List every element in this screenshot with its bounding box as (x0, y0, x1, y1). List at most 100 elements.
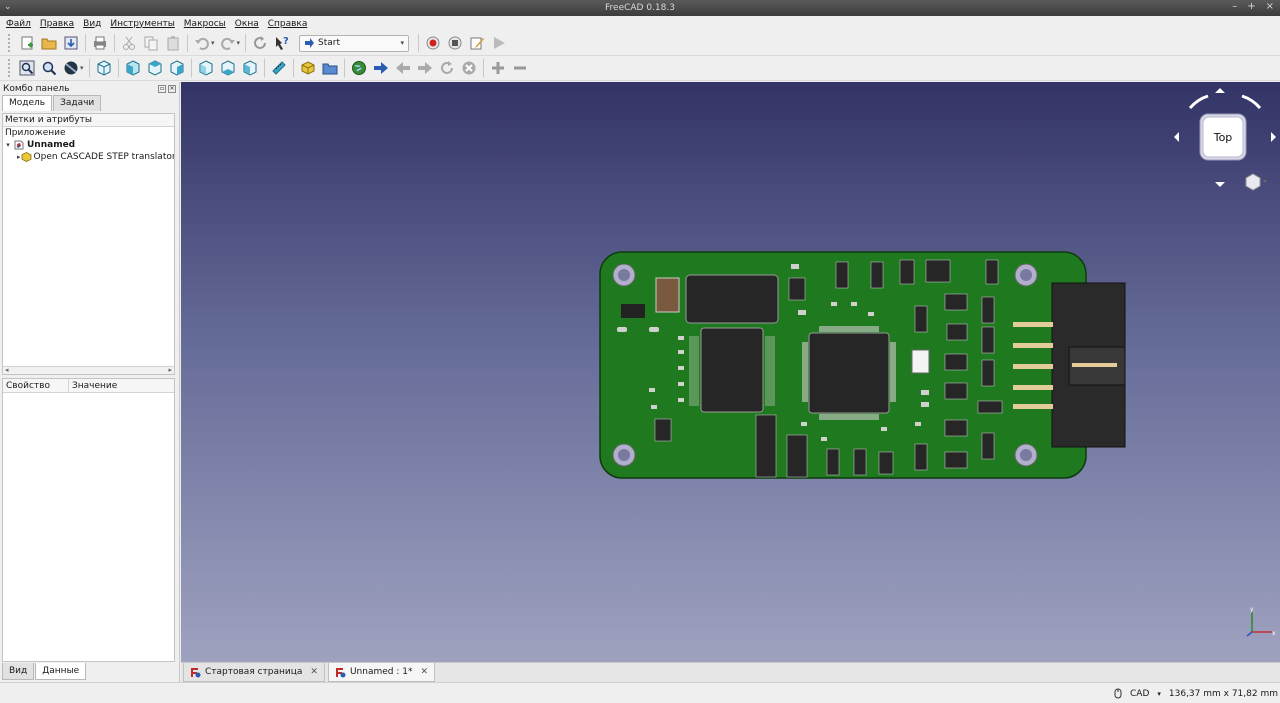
undo-icon (195, 37, 209, 50)
close-icon[interactable]: × (1266, 1, 1274, 12)
macro-run-icon (494, 37, 506, 49)
close-tab-icon[interactable]: ✕ (420, 667, 428, 677)
workbench-label: Start (318, 38, 341, 48)
redo-button[interactable] (217, 32, 239, 54)
refresh-button[interactable] (249, 32, 271, 54)
fit-selection-button[interactable] (38, 57, 60, 79)
refresh-icon (254, 36, 267, 49)
close-tab-icon[interactable]: ✕ (310, 667, 318, 677)
tab-start-page[interactable]: Стартовая страница ✕ (183, 663, 325, 682)
arrow-down-icon[interactable] (1215, 182, 1225, 187)
web-refresh-button[interactable] (436, 57, 458, 79)
draw-style-button[interactable] (60, 57, 82, 79)
web-back-button[interactable] (392, 57, 414, 79)
web-forward-icon (417, 62, 432, 74)
3d-viewport[interactable]: Top y x (181, 82, 1280, 662)
tree-step-row[interactable]: ▸ Open CASCADE STEP translator 6.9 (3, 151, 174, 163)
arrow-up-icon[interactable] (1215, 88, 1225, 93)
model-tree[interactable]: Метки и атрибуты Приложение ▾ Unnamed ▸ … (2, 113, 175, 375)
macro-run-button[interactable] (488, 32, 510, 54)
workbench-selector[interactable]: Start ▾ (299, 34, 410, 52)
collapse-arrow-icon[interactable]: ▾ (3, 141, 13, 149)
macro-edit-button[interactable] (466, 32, 488, 54)
svg-text:?: ? (283, 36, 289, 47)
tab-tasks[interactable]: Задачи (53, 95, 102, 111)
menu-windows[interactable]: Окна (235, 19, 259, 29)
scroll-left-icon[interactable]: ◂ (5, 366, 9, 374)
menu-edit[interactable]: Правка (40, 19, 74, 29)
chevron-down-icon[interactable]: ▾ (1157, 690, 1161, 698)
left-view-icon (243, 60, 257, 76)
front-view-button[interactable] (122, 57, 144, 79)
left-view-button[interactable] (239, 57, 261, 79)
pcb-model[interactable] (181, 82, 1280, 662)
col-property[interactable]: Свойство (3, 379, 69, 392)
macro-stop-button[interactable] (444, 32, 466, 54)
menu-macro[interactable]: Макросы (184, 19, 226, 29)
tab-view[interactable]: Вид (2, 663, 35, 680)
col-value[interactable]: Значение (69, 379, 117, 392)
scroll-right-icon[interactable]: ▸ (168, 366, 172, 374)
measure-button[interactable] (268, 57, 290, 79)
toolbar-grip[interactable] (8, 34, 12, 52)
tree-step-label: Open CASCADE STEP translator 6.9 (33, 152, 174, 162)
save-button[interactable] (60, 32, 82, 54)
whats-this-button[interactable]: ? (271, 32, 293, 54)
tree-document-row[interactable]: ▾ Unnamed (3, 139, 174, 151)
bottom-view-button[interactable] (217, 57, 239, 79)
toolbar-file: ▾ ▾ ? Start ▾ (0, 31, 1280, 56)
undo-button[interactable] (191, 32, 213, 54)
menu-tools[interactable]: Инструменты (110, 19, 174, 29)
tab-data[interactable]: Данные (35, 663, 87, 680)
menu-file[interactable]: Файл (6, 19, 31, 29)
print-button[interactable] (89, 32, 111, 54)
freecad-logo-icon (335, 667, 346, 677)
web-stop-button[interactable] (458, 57, 480, 79)
tab-unnamed[interactable]: Unnamed : 1* ✕ (327, 663, 436, 682)
part-icon (21, 152, 32, 162)
toolbar-grip[interactable] (8, 59, 12, 77)
document-tab-bar: Стартовая страница ✕ Unnamed : 1* ✕ (181, 662, 1280, 682)
menu-view[interactable]: Вид (83, 19, 101, 29)
tree-horizontal-scrollbar[interactable]: ◂ ▸ (3, 366, 174, 374)
open-file-button[interactable] (38, 32, 60, 54)
zoom-out-button[interactable] (509, 57, 531, 79)
isometric-view-button[interactable] (93, 57, 115, 79)
top-view-icon (148, 60, 162, 76)
minimize-icon[interactable]: – (1232, 1, 1237, 12)
menu-help[interactable]: Справка (268, 19, 308, 29)
tree-root-row[interactable]: Приложение (3, 127, 174, 139)
float-panel-icon[interactable]: ▫ (158, 84, 166, 93)
right-view-button[interactable] (166, 57, 188, 79)
rotate-left-icon[interactable] (1188, 94, 1209, 110)
cut-button[interactable] (118, 32, 140, 54)
paste-button[interactable] (162, 32, 184, 54)
macro-record-button[interactable] (422, 32, 444, 54)
navigation-style[interactable]: CAD (1130, 689, 1149, 699)
cube-menu-icon[interactable] (1245, 173, 1261, 191)
new-file-button[interactable] (16, 32, 38, 54)
window-title: FreeCAD 0.18.3 (605, 3, 675, 13)
copy-button[interactable] (140, 32, 162, 54)
navigation-cube[interactable]: Top (1170, 86, 1280, 196)
arrow-left-icon[interactable] (1174, 132, 1179, 142)
isometric-view-icon (97, 60, 111, 76)
bottom-view-icon (221, 60, 235, 76)
rotate-right-icon[interactable] (1241, 94, 1262, 110)
close-panel-icon[interactable]: × (168, 84, 176, 93)
save-icon (64, 36, 78, 50)
freecad-logo-icon (191, 667, 201, 677)
fit-all-button[interactable] (16, 57, 38, 79)
property-editor[interactable]: Свойство Значение (2, 378, 175, 662)
web-home-button[interactable] (348, 57, 370, 79)
part-button[interactable] (297, 57, 319, 79)
arrow-right-icon[interactable] (1271, 132, 1276, 142)
top-view-button[interactable] (144, 57, 166, 79)
tab-model[interactable]: Модель (2, 95, 53, 111)
rear-view-button[interactable] (195, 57, 217, 79)
group-button[interactable] (319, 57, 341, 79)
maximize-icon[interactable]: + (1247, 1, 1255, 12)
web-forward-button[interactable] (414, 57, 436, 79)
zoom-in-button[interactable] (487, 57, 509, 79)
web-go-button[interactable] (370, 57, 392, 79)
